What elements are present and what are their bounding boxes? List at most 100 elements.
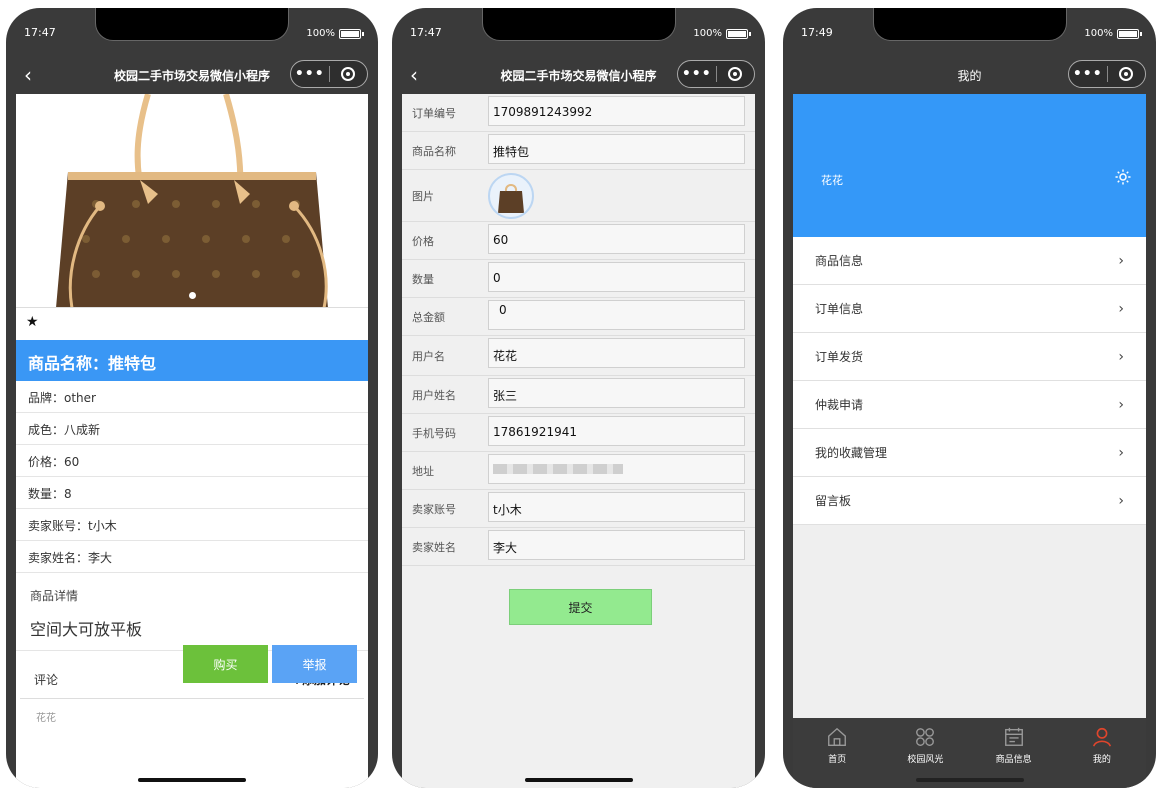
phone-order-form: 17:47 100% ‹ 校园二手市场交易微信小程序 ••• 订单编号 17098… xyxy=(392,8,765,788)
quantity-field[interactable]: 0 xyxy=(488,262,745,292)
menu-label: 订单发货 xyxy=(815,350,864,364)
notch xyxy=(95,8,289,41)
report-button[interactable]: 举报 xyxy=(272,645,357,683)
tab-label: 我的 xyxy=(1092,755,1111,765)
seller-name-field[interactable]: 李大 xyxy=(488,530,745,560)
address-field[interactable] xyxy=(488,454,745,484)
menu-item-order-shipping[interactable]: 订单发货 › xyxy=(793,333,1146,381)
battery-icon xyxy=(339,28,361,39)
seller-account-field[interactable]: t小木 xyxy=(488,492,745,522)
favorite-star-icon[interactable]: ★ xyxy=(16,308,368,340)
menu-item-order-info[interactable]: 订单信息 › xyxy=(793,285,1146,333)
screen: 订单编号 1709891243992 商品名称 推特包 图片 价格 60 数量 0 总金… xyxy=(402,94,755,788)
tab-label: 首页 xyxy=(828,755,847,765)
navbar: ‹ 校园二手市场交易微信小程序 ••• xyxy=(6,58,378,94)
field-label: 价格 xyxy=(412,234,434,248)
form-row-quantity: 数量 0 xyxy=(402,260,755,298)
detail-text: 空间大可放平板 xyxy=(30,620,143,639)
chevron-right-icon: › xyxy=(1118,492,1124,509)
username-field[interactable]: 花花 xyxy=(488,338,745,368)
phone-field[interactable]: 17861921941 xyxy=(488,416,745,446)
field-label: 图片 xyxy=(412,189,434,203)
status-battery: 100% xyxy=(1084,28,1142,39)
field-label: 商品名称 xyxy=(412,144,456,158)
user-icon xyxy=(1092,727,1111,747)
info-condition: 成色：八成新 xyxy=(16,413,368,445)
field-label: 手机号码 xyxy=(412,426,456,440)
close-icon[interactable] xyxy=(330,67,368,81)
home-indicator xyxy=(915,778,1024,782)
menu-label: 留言板 xyxy=(815,494,852,508)
phone-my-page: 17:49 100% 我的 ••• 花花 商品信息 › 订单信息 › 订单发货 › 仲… xyxy=(783,8,1156,788)
info-brand: 品牌：other xyxy=(16,381,368,413)
close-icon[interactable] xyxy=(1108,67,1146,81)
notch xyxy=(481,8,676,41)
battery-label: 100% xyxy=(693,28,722,39)
buy-button[interactable]: 购买 xyxy=(183,645,268,683)
navbar: ‹ 校园二手市场交易微信小程序 ••• xyxy=(392,58,765,94)
home-indicator xyxy=(138,778,246,782)
status-time: 17:47 xyxy=(410,26,442,39)
total-field[interactable]: 0 xyxy=(488,300,745,330)
realname-field[interactable]: 张三 xyxy=(488,378,745,408)
field-label: 卖家账号 xyxy=(412,502,456,516)
close-icon[interactable] xyxy=(717,67,755,81)
status-battery: 100% xyxy=(693,28,751,39)
submit-button[interactable]: 提交 xyxy=(509,589,652,625)
chevron-right-icon: › xyxy=(1118,300,1124,317)
status-battery: 100% xyxy=(306,28,364,39)
comment-label: 评论 xyxy=(34,673,59,687)
form-row-total: 总金额 0 xyxy=(402,298,755,336)
field-label: 地址 xyxy=(412,464,434,478)
status-time: 17:47 xyxy=(24,26,56,39)
battery-icon xyxy=(1117,28,1139,39)
profile-header: 花花 xyxy=(793,94,1146,237)
username: 花花 xyxy=(821,174,843,187)
product-name: 商品名称：推特包 xyxy=(16,340,368,381)
info-seller-name: 卖家姓名：李大 xyxy=(16,541,368,573)
product-name-field[interactable]: 推特包 xyxy=(488,134,745,164)
battery-label: 100% xyxy=(306,28,335,39)
tab-label: 校园风光 xyxy=(907,755,944,765)
menu-label: 订单信息 xyxy=(815,302,864,316)
field-label: 总金额 xyxy=(412,310,445,324)
menu-item-arbitration[interactable]: 仲裁申请 › xyxy=(793,381,1146,429)
product-thumbnail[interactable] xyxy=(488,173,534,219)
form-row-price: 价格 60 xyxy=(402,222,755,260)
menu-item-product-info[interactable]: 商品信息 › xyxy=(793,237,1146,285)
gear-icon[interactable] xyxy=(1114,168,1132,186)
menu-label: 商品信息 xyxy=(815,254,864,268)
more-icon[interactable]: ••• xyxy=(1069,66,1107,82)
tab-mine[interactable]: 我的 xyxy=(1058,718,1146,788)
menu-item-message-board[interactable]: 留言板 › xyxy=(793,477,1146,525)
form-row-username: 用户名 花花 xyxy=(402,336,755,376)
chevron-right-icon: › xyxy=(1118,348,1124,365)
bag-image xyxy=(56,94,328,307)
field-label: 用户名 xyxy=(412,349,445,363)
menu-label: 仲裁申请 xyxy=(815,398,864,412)
product-image[interactable] xyxy=(16,94,368,308)
more-icon[interactable]: ••• xyxy=(291,66,329,82)
info-price: 价格：60 xyxy=(16,445,368,477)
more-icon[interactable]: ••• xyxy=(678,66,716,82)
carousel-dot[interactable] xyxy=(189,292,196,299)
menu-item-favorites[interactable]: 我的收藏管理 › xyxy=(793,429,1146,477)
field-label: 订单编号 xyxy=(412,106,456,120)
form-row-order-no: 订单编号 1709891243992 xyxy=(402,94,755,132)
product-detail: 商品详情 空间大可放平板 xyxy=(16,573,368,651)
home-icon xyxy=(828,727,847,746)
calendar-icon xyxy=(1004,727,1023,746)
price-field[interactable]: 60 xyxy=(488,224,745,254)
order-no-field[interactable]: 1709891243992 xyxy=(488,96,745,126)
blurred-address xyxy=(493,464,623,474)
form-row-phone: 手机号码 17861921941 xyxy=(402,414,755,452)
chevron-right-icon: › xyxy=(1118,252,1124,269)
info-seller-account: 卖家账号：t小木 xyxy=(16,509,368,541)
menu-label: 我的收藏管理 xyxy=(815,446,888,460)
chevron-right-icon: › xyxy=(1118,444,1124,461)
chevron-right-icon: › xyxy=(1118,396,1124,413)
form-row-seller-name: 卖家姓名 李大 xyxy=(402,528,755,566)
screen: ★ 商品名称：推特包 品牌：other 成色：八成新 价格：60 数量：8 卖家… xyxy=(16,94,368,788)
tab-home[interactable]: 首页 xyxy=(793,718,881,788)
info-quantity: 数量：8 xyxy=(16,477,368,509)
